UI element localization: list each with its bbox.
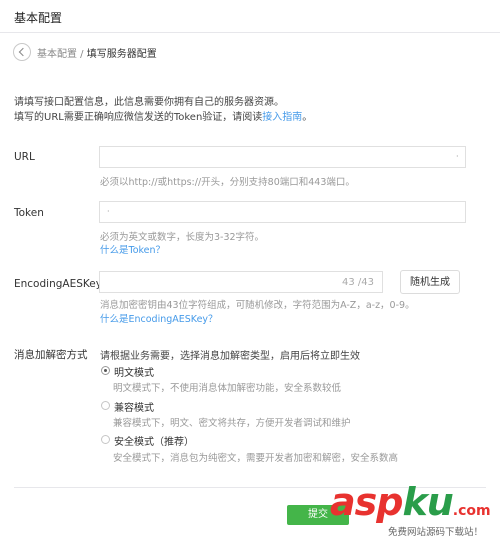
watermark-logo: aspku.com 免费网站源码下载站！ [330, 480, 500, 544]
token-input[interactable]: · [99, 201, 466, 223]
aeskey-label: EncodingAESKey [14, 278, 102, 290]
breadcrumb-parent[interactable]: 基本配置 [37, 49, 77, 60]
radio-secure-mode[interactable] [101, 435, 110, 444]
breadcrumb-separator: / [77, 49, 87, 60]
aeskey-tip: 消息加密密钥由43位字符组成，可随机修改，字符范围为A-Z，a-z，0-9。 [100, 300, 415, 311]
option-desc-compatible: 兼容模式下，明文、密文将共存，方便开发者调试和维护 [113, 418, 351, 429]
back-arrow-icon[interactable] [13, 43, 31, 61]
url-label: URL [14, 151, 35, 163]
aeskey-input[interactable]: 43 /43 [99, 271, 383, 293]
random-generate-button[interactable]: 随机生成 [400, 270, 460, 294]
radio-compatible-mode[interactable] [101, 401, 110, 410]
option-desc-plaintext: 明文模式下，不使用消息体加解密功能，安全系数较低 [113, 383, 342, 394]
radio-plaintext-mode[interactable] [101, 366, 110, 375]
intro-line-2: 填写的URL需要正确响应微信发送的Token验证，请阅读接入指南。 [14, 108, 312, 123]
option-label-plaintext[interactable]: 明文模式 [114, 364, 154, 379]
watermark-subtitle: 免费网站源码下载站！ [388, 524, 484, 538]
intro-line-2-text: 填写的URL需要正确响应微信发送的Token验证，请阅读 [14, 112, 263, 123]
url-input[interactable]: · [99, 146, 466, 168]
watermark-tld: .com [452, 503, 491, 519]
url-tip: 必须以http://或https://开头，分别支持80端口和443端口。 [100, 177, 355, 188]
token-label: Token [14, 207, 44, 219]
encryption-label: 消息加解密方式 [14, 349, 88, 361]
input-caret-icon: · [456, 152, 459, 161]
header-divider [0, 32, 500, 33]
watermark-brand-part1: asp [330, 480, 403, 524]
watermark-brand-part2: ku [402, 480, 453, 524]
encryption-hint: 请根据业务需要，选择消息加解密类型，启用后将立即生效 [100, 351, 360, 362]
breadcrumb: 基本配置 / 填写服务器配置 [37, 45, 157, 60]
breadcrumb-current: 填写服务器配置 [86, 49, 157, 60]
what-is-aeskey-link[interactable]: 什么是EncodingAESKey？ [100, 311, 218, 325]
token-tip: 必须为英文或数字，长度为3-32字符。 [100, 232, 265, 243]
intro-line-2-end: 。 [302, 112, 313, 123]
option-desc-secure: 安全模式下，消息包为纯密文，需要开发者加密和解密，安全系数高 [113, 453, 399, 464]
page-title: 基本配置 [14, 11, 63, 25]
input-caret-icon: · [107, 207, 110, 216]
option-label-compatible[interactable]: 兼容模式 [114, 399, 154, 414]
option-label-secure[interactable]: 安全模式（推荐） [114, 433, 194, 448]
access-guide-link[interactable]: 接入指南 [262, 112, 302, 123]
intro-line-1: 请填写接口配置信息，此信息需要你拥有自己的服务器资源。 [14, 97, 284, 108]
what-is-token-link[interactable]: 什么是Token？ [100, 242, 165, 256]
aeskey-counter: 43 /43 [342, 277, 374, 288]
